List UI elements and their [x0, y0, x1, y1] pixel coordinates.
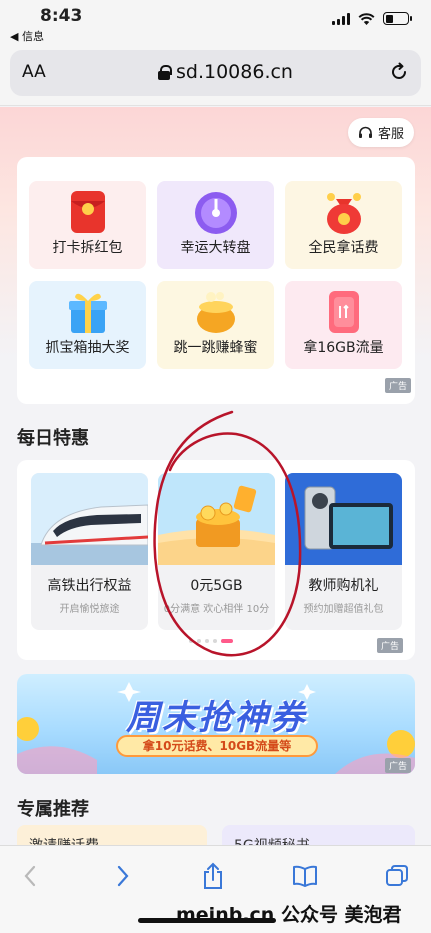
deal-title: 高铁出行权益 — [47, 578, 132, 594]
wifi-icon — [358, 12, 375, 25]
promo-tile-label: 打卡拆红包 — [52, 240, 123, 256]
weekend-coupon-banner[interactable]: 周末抢神券 拿10元话费、10GB流量等 广告 — [17, 674, 415, 774]
data-card-icon — [328, 291, 359, 333]
money-bag-icon — [326, 193, 361, 234]
recommend-title: 专属推荐 — [17, 799, 89, 820]
cellular-signal-icon — [332, 12, 350, 25]
banner-title: 周末抢神券 — [126, 698, 306, 738]
bookmarks-button[interactable] — [285, 860, 325, 892]
red-envelope-icon — [70, 191, 105, 233]
ad-tag: 广告 — [385, 378, 412, 393]
browser-address-area: AA sd.10086.cn — [0, 44, 431, 106]
url-field[interactable]: sd.10086.cn — [158, 61, 293, 83]
promo-tile-gift-box[interactable]: 抓宝箱抽大奖 — [29, 281, 146, 369]
address-bar[interactable]: AA sd.10086.cn — [10, 50, 421, 96]
chevron-left-icon — [24, 865, 36, 887]
status-bar: 8:43 ◀ 信息 — [0, 0, 431, 44]
train-image — [31, 473, 148, 565]
promo-tile-label: 抓宝箱抽大奖 — [45, 340, 130, 356]
home-indicator — [138, 918, 276, 923]
lucky-wheel-icon — [194, 192, 237, 234]
back-button[interactable] — [10, 860, 50, 892]
carousel-indicator — [189, 639, 233, 643]
deal-card-5gb[interactable]: 0元5GB 0分满意 欢心相伴 10分 — [158, 473, 275, 630]
gift-box-icon — [68, 293, 107, 333]
status-icons — [332, 12, 412, 25]
promo-tile-data-card[interactable]: 拿16GB流量 — [285, 281, 402, 369]
deal-card-train[interactable]: 高铁出行权益 开启愉悦旅途 — [31, 473, 148, 630]
lock-icon — [158, 64, 172, 80]
url-text: sd.10086.cn — [176, 61, 293, 83]
customer-service-button[interactable]: 客服 — [347, 118, 414, 147]
deal-subtitle: 预约加赠超值礼包 — [303, 604, 384, 615]
text-size-button[interactable]: AA — [22, 62, 46, 82]
tabs-button[interactable] — [377, 860, 417, 892]
share-button[interactable] — [193, 860, 233, 892]
recommend-card-video[interactable]: 5G视频秘书 — [222, 825, 415, 845]
book-icon — [293, 865, 317, 887]
share-icon — [204, 862, 222, 889]
recommend-card-invite[interactable]: 激请赚话费 — [17, 825, 207, 845]
daily-deals-title: 每日特惠 — [17, 428, 89, 449]
promo-tile-label: 拿16GB流量 — [303, 340, 384, 356]
promo-tile-label: 跳一跳赚蜂蜜 — [173, 340, 258, 356]
ad-tag: 广告 — [377, 638, 404, 653]
ad-tag: 广告 — [385, 758, 412, 773]
promo-tile-red-envelope[interactable]: 打卡拆红包 — [29, 181, 146, 269]
recommend-label: 5G视频秘书 — [234, 835, 310, 845]
promo-tile-money-bag[interactable]: 全民拿话费 — [285, 181, 402, 269]
deal-subtitle: 开启愉悦旅途 — [59, 604, 120, 615]
carousel-dot — [205, 639, 209, 643]
reload-icon[interactable] — [389, 62, 409, 82]
phone-image — [285, 473, 402, 565]
deal-subtitle: 0分满意 欢心相伴 10分 — [163, 604, 270, 615]
promo-tile-honey-pot[interactable]: 跳一跳赚蜂蜜 — [157, 281, 274, 369]
deal-card-phone[interactable]: 教师购机礼 预约加赠超值礼包 — [285, 473, 402, 630]
daily-deals-carousel[interactable]: 高铁出行权益 开启愉悦旅途 0元5GB 0分满意 欢心相伴 10分 教师购机礼 … — [17, 460, 415, 660]
chevron-right-icon — [117, 865, 129, 887]
status-time: 8:43 — [40, 6, 83, 26]
promo-grid: 打卡拆红包 幸运大转盘 全民拿话费 抓宝箱抽大奖 跳一跳赚蜂蜜 拿16GB流量 … — [17, 157, 415, 404]
carousel-dot — [189, 639, 193, 643]
deal-title: 0元5GB — [190, 578, 243, 594]
promo-tile-lucky-wheel[interactable]: 幸运大转盘 — [157, 181, 274, 269]
promo-tile-label: 幸运大转盘 — [180, 240, 251, 256]
recommend-label: 激请赚话费 — [29, 835, 99, 845]
battery-icon — [383, 12, 412, 25]
banner-subtitle: 拿10元话费、10GB流量等 — [116, 735, 318, 757]
carousel-dot-active — [221, 639, 233, 643]
back-to-app-link[interactable]: ◀ 信息 — [10, 28, 44, 44]
honey-pot-icon — [196, 292, 235, 333]
forward-button[interactable] — [103, 860, 143, 892]
customer-service-label: 客服 — [377, 127, 404, 142]
promo-tile-label: 全民拿话费 — [308, 240, 379, 256]
headset-icon — [358, 126, 372, 138]
treasure-chest-image — [158, 473, 275, 565]
deal-title: 教师购机礼 — [308, 578, 379, 594]
carousel-dot — [213, 639, 217, 643]
page-content: 客服 打卡拆红包 幸运大转盘 全民拿话费 抓宝箱抽大奖 跳一跳赚蜂蜜 拿16GB… — [0, 107, 431, 845]
carousel-dot — [197, 639, 201, 643]
tabs-icon — [386, 865, 408, 886]
